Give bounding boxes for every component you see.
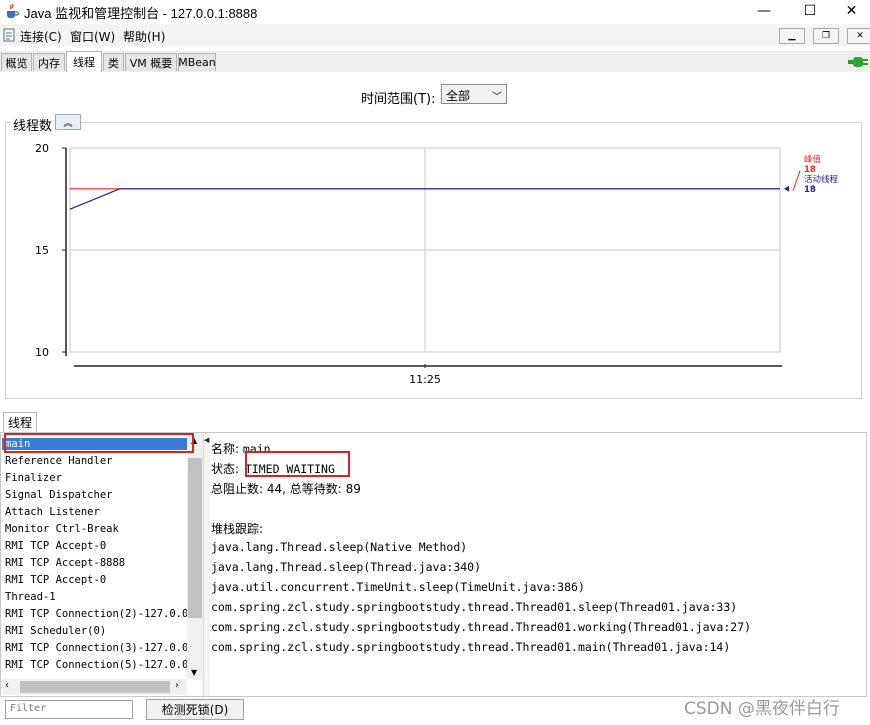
scroll-left-icon[interactable]: ‹ xyxy=(5,680,9,691)
scrollbar-thumb[interactable] xyxy=(20,681,170,693)
scrollbar-thumb[interactable] xyxy=(188,458,202,618)
menu-window[interactable]: 窗口(W) xyxy=(70,28,115,45)
watermark: CSDN @黑夜伴白行 xyxy=(684,699,840,719)
detect-deadlock-button[interactable]: 检测死锁(D) xyxy=(146,699,244,720)
time-range-value: 全部 xyxy=(446,89,471,103)
window-title: Java 监视和管理控制台 - 127.0.0.1:8888 xyxy=(24,6,258,21)
split-pane-divider[interactable] xyxy=(203,434,210,696)
internal-minimize-button[interactable]: ▁ xyxy=(779,28,805,44)
y-tick-label: 20 xyxy=(35,142,49,155)
legend-marker xyxy=(784,185,789,192)
stack-trace-label: 堆栈跟踪: xyxy=(211,522,264,536)
java-cup-icon xyxy=(7,3,20,18)
highlight-selected-thread xyxy=(4,433,194,453)
thread-list-item[interactable]: RMI TCP Accept-0 xyxy=(5,540,106,552)
thread-list-item[interactable]: Signal Dispatcher xyxy=(5,489,112,501)
thread-list-item[interactable]: RMI TCP Accept-8888 xyxy=(5,557,125,569)
tab-classes[interactable]: 类 xyxy=(103,53,124,71)
stack-frame: com.spring.zcl.study.springbootstudy.thr… xyxy=(211,640,731,654)
thread-list[interactable]: main Reference Handler Finalizer Signal Dis… xyxy=(2,434,187,679)
legend-connector xyxy=(792,170,801,191)
thread-list-item[interactable]: Attach Listener xyxy=(5,506,100,518)
legend-live-label: 活动线程 xyxy=(804,174,839,185)
thread-list-item[interactable]: RMI TCP Connection(2)-127.0.0. xyxy=(5,608,187,620)
menu-help[interactable]: 帮助(H) xyxy=(123,28,165,45)
thread-list-item[interactable]: Finalizer xyxy=(5,472,62,484)
name-label: 名称: xyxy=(211,442,240,456)
stack-frame: java.lang.Thread.sleep(Native Method) xyxy=(211,540,468,554)
maximize-window-button[interactable]: ☐ xyxy=(787,0,833,22)
thread-list-item[interactable]: Thread-1 xyxy=(5,591,56,603)
connection-status-icon xyxy=(848,57,868,67)
time-range-label: 时间范围(T): xyxy=(361,92,436,107)
legend-peak-label: 峰值 xyxy=(804,154,822,165)
stack-frame: java.lang.Thread.sleep(Thread.java:340) xyxy=(211,560,482,574)
blocked-waited-totals: 总阻止数: 44, 总等待数: 89 xyxy=(211,482,361,496)
filter-input[interactable]: Filter xyxy=(5,700,133,719)
tab-vm-summary[interactable]: VM 概要 xyxy=(125,53,177,71)
thread-list-item[interactable]: Monitor Ctrl-Break xyxy=(5,523,119,535)
state-label: 状态: xyxy=(211,462,240,476)
time-range-select[interactable]: 全部 ﹀ xyxy=(441,84,507,104)
thread-list-item[interactable]: RMI TCP Accept-0 xyxy=(5,574,106,586)
scroll-right-icon[interactable]: › xyxy=(175,680,179,691)
tab-threads[interactable]: 线程 xyxy=(66,51,102,72)
menu-connection[interactable]: 连接(C) xyxy=(20,28,62,45)
collapse-left-icon[interactable]: ◀ xyxy=(204,436,209,444)
legend-live-value: 18 xyxy=(804,185,816,195)
thread-list-item[interactable]: RMI Scheduler(0) xyxy=(5,625,106,637)
tab-overview[interactable]: 概览 xyxy=(1,53,32,71)
highlight-thread-state xyxy=(245,451,350,477)
tab-memory[interactable]: 内存 xyxy=(33,53,65,71)
thread-count-chart: 20151011:25峰值18活动线程18 xyxy=(35,142,839,386)
stack-frame: com.spring.zcl.study.springbootstudy.thr… xyxy=(211,620,752,634)
chevron-down-icon: ﹀ xyxy=(492,92,502,103)
internal-close-button[interactable]: ✕ xyxy=(847,28,870,44)
stack-frame: com.spring.zcl.study.springbootstudy.thr… xyxy=(211,600,738,614)
x-tick-label: 11:25 xyxy=(409,373,441,386)
thread-list-item[interactable]: RMI TCP Connection(3)-127.0.0. xyxy=(5,642,187,654)
legend-peak-value: 18 xyxy=(804,165,816,175)
close-window-button[interactable]: ✕ xyxy=(833,0,870,22)
thread-list-item[interactable]: RMI TCP Connection(5)-127.0.0. xyxy=(5,659,187,671)
minimize-window-button[interactable]: — xyxy=(741,0,787,22)
y-tick-label: 10 xyxy=(35,346,49,359)
internal-restore-button[interactable]: ❐ xyxy=(813,28,839,44)
tab-mbean[interactable]: MBean xyxy=(178,53,216,71)
thread-list-item[interactable]: Reference Handler xyxy=(5,455,112,467)
scroll-down-icon[interactable]: ▼ xyxy=(191,668,197,677)
stack-frame: java.util.concurrent.TimeUnit.sleep(Time… xyxy=(211,580,585,594)
document-icon xyxy=(3,28,15,42)
y-tick-label: 15 xyxy=(35,244,49,257)
threads-list-tab[interactable]: 线程 xyxy=(3,412,37,432)
